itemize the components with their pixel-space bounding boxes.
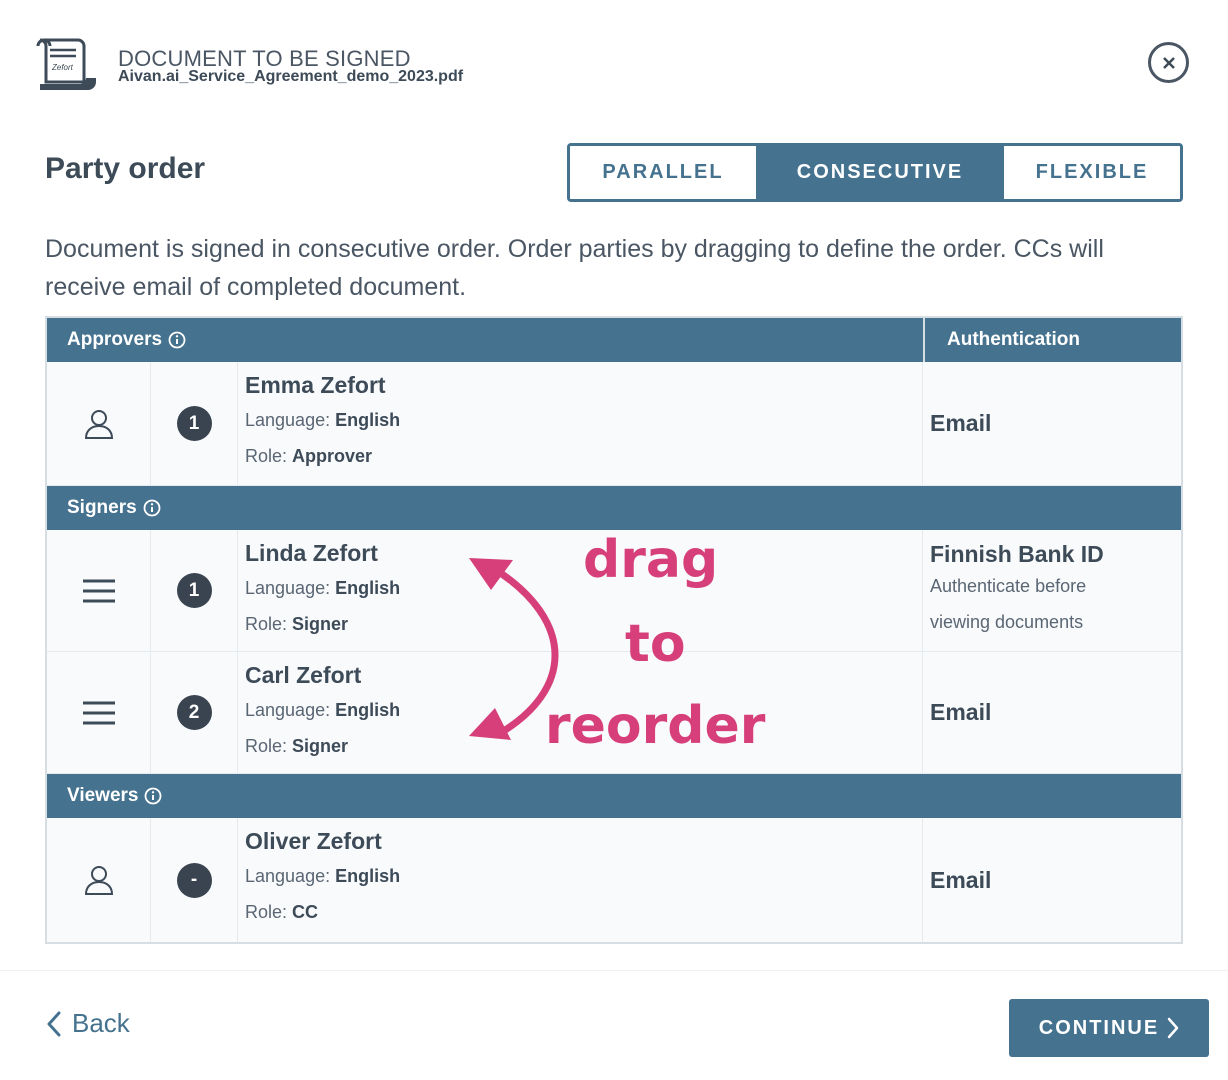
signers-label: Signers — [67, 497, 137, 518]
order-badge: 1 — [176, 406, 212, 441]
continue-label: CONTINUE — [1038, 1016, 1160, 1039]
approvers-label: Approvers — [67, 329, 163, 350]
language-label: Language: — [245, 578, 331, 598]
mode-consecutive-button[interactable]: CONSECUTIVE — [758, 146, 1002, 199]
auth-note: viewing documents — [930, 612, 1084, 632]
viewers-label: Viewers — [67, 785, 139, 806]
close-button[interactable] — [1148, 42, 1189, 83]
language-label: Language: — [245, 700, 331, 720]
approvers-section-header: Approvers Authentication — [47, 318, 1181, 362]
logo-text: Zefort — [51, 63, 74, 72]
role-label: Role: — [245, 446, 288, 466]
info-icon[interactable] — [144, 787, 162, 805]
chevron-left-icon — [47, 1011, 61, 1036]
footer-divider — [0, 970, 1228, 971]
party-language: English — [335, 700, 401, 720]
language-label: Language: — [245, 410, 331, 430]
party-name: Linda Zefort — [245, 540, 378, 566]
signer-row[interactable]: 2 Carl Zefort Language: English Role: Si… — [47, 652, 1181, 774]
person-icon — [84, 866, 113, 895]
document-scroll-icon: Zefort — [36, 38, 96, 90]
approver-row[interactable]: 1 Emma Zefort Language: English Role: Ap… — [47, 362, 1181, 486]
party-name: Emma Zefort — [245, 372, 386, 398]
close-icon — [1162, 56, 1175, 69]
auth-method: Finnish Bank ID — [930, 541, 1104, 567]
mode-parallel-button[interactable]: PARALLEL — [570, 146, 758, 199]
chevron-right-icon — [1167, 1017, 1179, 1039]
language-label: Language: — [245, 866, 331, 886]
viewer-row[interactable]: - Oliver Zefort Language: English Role: … — [47, 818, 1181, 942]
party-language: English — [335, 866, 401, 886]
party-role: CC — [292, 902, 319, 922]
authentication-column-header: Authentication — [923, 318, 1080, 362]
signer-row[interactable]: 1 Linda Zefort Language: English Role: S… — [47, 530, 1181, 652]
document-filename: Aivan.ai_Service_Agreement_demo_2023.pdf — [118, 68, 464, 85]
auth-method: Email — [930, 699, 992, 725]
drag-handle-icon[interactable] — [82, 578, 116, 604]
auth-method: Email — [930, 866, 992, 893]
party-name: Carl Zefort — [245, 662, 362, 688]
back-button[interactable]: Back — [46, 1008, 130, 1039]
person-icon — [84, 409, 113, 439]
party-language: English — [335, 410, 401, 430]
role-label: Role: — [245, 736, 288, 756]
party-language: English — [335, 578, 401, 598]
auth-method: Email — [930, 410, 992, 436]
party-role: Signer — [292, 736, 349, 756]
drag-handle-icon[interactable] — [82, 700, 116, 726]
order-badge: - — [176, 862, 212, 898]
auth-note: Authenticate before — [930, 576, 1087, 596]
order-badge: 2 — [176, 695, 212, 730]
role-label: Role: — [245, 614, 288, 634]
document-header: Zefort DOCUMENT TO BE SIGNED Aivan.ai_Se… — [36, 36, 1192, 96]
back-label: Back — [72, 1008, 130, 1038]
info-icon[interactable] — [168, 331, 186, 349]
party-role: Signer — [292, 614, 349, 634]
party-role: Approver — [292, 446, 373, 466]
order-description: Document is signed in consecutive order.… — [45, 235, 1104, 301]
party-name: Oliver Zefort — [245, 828, 382, 854]
role-label: Role: — [245, 902, 288, 922]
info-icon[interactable] — [143, 499, 161, 517]
mode-flexible-button[interactable]: FLEXIBLE — [1002, 146, 1180, 199]
order-badge: 1 — [176, 573, 212, 608]
viewers-section-header: Viewers — [47, 774, 1181, 818]
order-mode-selector: PARALLEL CONSECUTIVE FLEXIBLE — [567, 143, 1183, 202]
signers-section-header: Signers — [47, 486, 1181, 530]
continue-button[interactable]: CONTINUE — [1009, 999, 1209, 1057]
party-order-title: Party order — [45, 152, 206, 185]
party-table: Approvers Authentication 1 Emma Zefort L… — [45, 316, 1183, 944]
